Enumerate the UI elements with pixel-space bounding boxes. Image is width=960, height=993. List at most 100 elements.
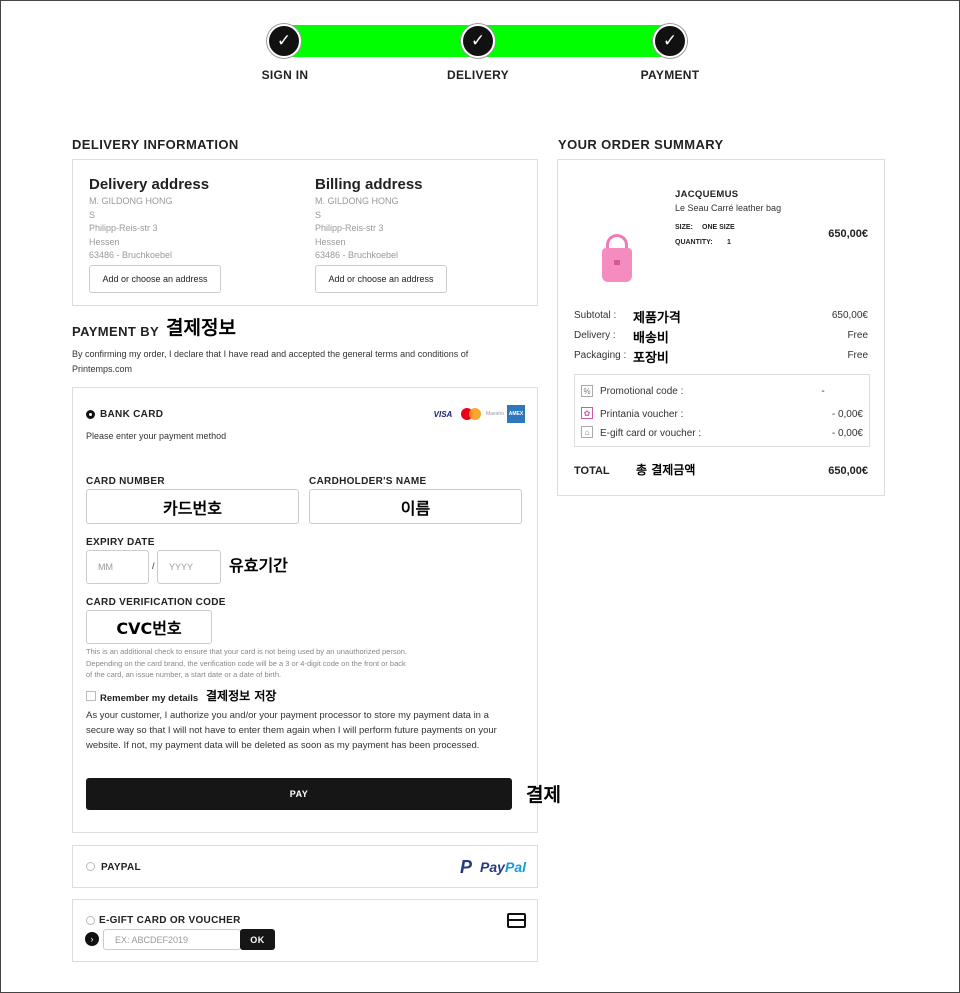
- terms-text: By confirming my order, I declare that I…: [72, 349, 469, 374]
- payment-by-heading: PAYMENT BY: [72, 324, 160, 339]
- expiry-annotation: 유효기간: [229, 556, 288, 575]
- paypal-logo: P Pay Pal: [460, 857, 527, 877]
- delivery-address-title: Delivery address: [89, 176, 210, 193]
- product-brand: JACQUEMUS: [675, 189, 739, 200]
- subtotal-label: Subtotal :: [574, 310, 617, 321]
- expiry-month-input[interactable]: MM: [86, 550, 149, 584]
- remember-label[interactable]: Remember my details: [100, 693, 198, 704]
- expiry-label: EXPIRY DATE: [86, 537, 155, 548]
- promo-code-value: -: [821, 386, 825, 397]
- delivery-annotation: 배송비: [633, 331, 669, 346]
- bank-card-radio[interactable]: [86, 410, 95, 419]
- cvc-help-text: This is an additional check to ensure th…: [86, 647, 408, 679]
- billing-add-address-button[interactable]: Add or choose an address: [315, 265, 447, 293]
- gift-card-box: E-GIFT CARD OR VOUCHER › EX: ABCDEF2019 …: [72, 899, 538, 962]
- address-line: Hessen: [315, 236, 346, 247]
- cvc-annotation: CVC번호: [116, 619, 182, 638]
- cvc-label: CARD VERIFICATION CODE: [86, 597, 226, 608]
- amex-icon: AMEX: [507, 405, 525, 423]
- remember-checkbox[interactable]: [86, 691, 96, 701]
- remember-annotation: 결제정보 저장: [206, 689, 277, 703]
- visa-icon: VISA: [433, 409, 453, 419]
- gift-icon: [507, 913, 526, 928]
- payment-heading-annotation: 결제정보: [166, 317, 236, 339]
- bank-card-instruction: Please enter your payment method: [86, 431, 227, 441]
- billing-address-title: Billing address: [315, 176, 423, 193]
- packaging-value: Free: [847, 350, 868, 361]
- egift-voucher-label[interactable]: E-gift card or voucher :: [600, 428, 701, 439]
- pay-button[interactable]: PAY: [86, 778, 512, 810]
- order-summary-heading: YOUR ORDER SUMMARY: [558, 137, 724, 152]
- pay-annotation: 결제: [526, 784, 561, 806]
- address-line: 63486 - Bruchkoebel: [315, 250, 399, 260]
- delivery-value: Free: [847, 330, 868, 341]
- address-line: S: [315, 209, 322, 220]
- step-delivery[interactable]: DELIVERY: [418, 68, 538, 82]
- mastercard-icon: [459, 407, 483, 421]
- address-line: Philipp-Reis-str 3: [315, 223, 384, 233]
- packaging-annotation: 포장비: [633, 351, 669, 366]
- expiry-separator: /: [152, 561, 155, 571]
- check-icon: ✓: [653, 24, 687, 58]
- order-summary-box: JACQUEMUS Le Seau Carré leather bag SIZE…: [557, 159, 885, 496]
- product-quantity-value: 1: [727, 239, 731, 246]
- address-line: S: [89, 209, 96, 220]
- maestro-icon: Maestro: [485, 411, 505, 417]
- voucher-icon: ✿: [581, 407, 593, 419]
- cvc-input[interactable]: CVC번호: [86, 610, 212, 644]
- check-icon: ✓: [267, 24, 301, 58]
- expiry-year-input[interactable]: YYYY: [157, 550, 221, 584]
- delivery-address-lines: M. GILDONG HONG S Philipp-Reis-str 3 Hes…: [89, 195, 173, 263]
- product-quantity-label: QUANTITY:: [675, 239, 713, 246]
- address-line: M. GILDONG HONG: [315, 196, 399, 206]
- bank-card-label[interactable]: BANK CARD: [100, 409, 163, 420]
- printania-voucher-label[interactable]: Printania voucher :: [600, 409, 683, 420]
- address-line: Philipp-Reis-str 3: [89, 223, 158, 233]
- total-value: 650,00€: [828, 465, 868, 477]
- promo-box: % Promotional code : - ✿ Printania vouch…: [574, 374, 870, 447]
- total-annotation: 총 결제금액: [636, 463, 696, 477]
- delivery-label: Delivery :: [574, 330, 616, 341]
- total-label: TOTAL: [574, 465, 610, 477]
- gift-card-radio[interactable]: [86, 916, 95, 925]
- gift-card-label[interactable]: E-GIFT CARD OR VOUCHER: [99, 915, 241, 926]
- product-size-label: SIZE:: [675, 224, 693, 231]
- bank-card-box: BANK CARD Please enter your payment meth…: [72, 387, 538, 833]
- remember-text: As your customer, I authorize you and/or…: [86, 710, 497, 751]
- delivery-info-heading: DELIVERY INFORMATION: [72, 137, 239, 152]
- chevron-right-icon: ›: [85, 932, 99, 946]
- product-price: 650,00€: [828, 228, 868, 240]
- card-number-annotation: 카드번호: [163, 498, 222, 518]
- promo-code-label[interactable]: Promotional code :: [600, 386, 683, 397]
- gift-ok-button[interactable]: OK: [240, 929, 275, 950]
- address-line: Hessen: [89, 236, 120, 247]
- cardholder-label: CARDHOLDER'S NAME: [309, 476, 427, 487]
- paypal-label[interactable]: PAYPAL: [101, 862, 141, 873]
- cardholder-name-input[interactable]: 이름: [309, 489, 522, 524]
- subtotal-value: 650,00€: [831, 310, 868, 321]
- egift-voucher-value: - 0,00€: [831, 428, 863, 439]
- packaging-label: Packaging :: [574, 350, 627, 361]
- step-sign-in[interactable]: SIGN IN: [225, 68, 345, 82]
- cardholder-annotation: 이름: [400, 498, 431, 518]
- card-number-input[interactable]: 카드번호: [86, 489, 299, 524]
- printania-voucher-value: - 0,00€: [831, 409, 863, 420]
- gift-code-input[interactable]: EX: ABCDEF2019: [103, 929, 241, 950]
- paypal-logo-pay: Pay: [480, 859, 505, 875]
- percent-icon: %: [581, 385, 593, 397]
- delivery-add-address-button[interactable]: Add or choose an address: [89, 265, 221, 293]
- card-number-label: CARD NUMBER: [86, 476, 165, 487]
- paypal-radio[interactable]: [86, 862, 95, 871]
- delivery-info-box: Delivery address M. GILDONG HONG S Phili…: [72, 159, 538, 306]
- check-icon: ✓: [461, 24, 495, 58]
- billing-address-lines: M. GILDONG HONG S Philipp-Reis-str 3 Hes…: [315, 195, 399, 263]
- gift-card-icon: ⌂: [581, 426, 593, 438]
- product-size-value: ONE SIZE: [702, 224, 735, 231]
- product-image[interactable]: [594, 232, 648, 290]
- subtotal-annotation: 제품가격: [633, 311, 681, 326]
- paypal-box[interactable]: PAYPAL P Pay Pal: [72, 845, 538, 888]
- step-payment: PAYMENT: [640, 68, 700, 82]
- address-line: M. GILDONG HONG: [89, 196, 173, 206]
- address-line: 63486 - Bruchkoebel: [89, 250, 173, 260]
- paypal-logo-pal: Pal: [505, 859, 527, 875]
